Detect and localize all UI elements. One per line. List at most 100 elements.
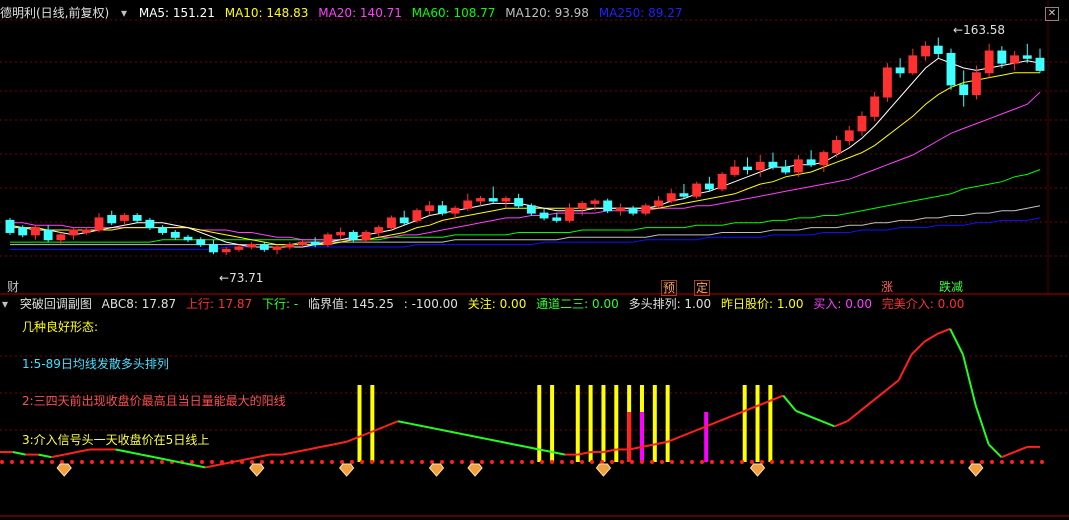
diamond-icon [595, 463, 612, 477]
abc8-segment [243, 456, 257, 461]
zuori-label: 昨日股价: 1.00 [720, 297, 804, 311]
chevron-down-icon[interactable]: ▾ [119, 4, 129, 22]
diamond-icon [339, 463, 355, 477]
signal-bar-yellow [550, 385, 555, 462]
candle-down [1022, 55, 1032, 59]
baseline-dot [520, 460, 524, 464]
abc8-segment [795, 410, 810, 418]
candle-up [387, 217, 396, 229]
baseline-dot [630, 460, 634, 464]
candle-up [590, 200, 600, 204]
tag-ding[interactable]: 定 [694, 280, 711, 296]
abc8-segment [923, 333, 938, 343]
baseline-dot [340, 460, 344, 464]
abc8-segment [974, 405, 990, 445]
sub-chart-header: ▾ 突破回调副图 ABC8: 17.87 上行: 17.87 下行: - 临界值… [0, 295, 970, 313]
candle-up [730, 166, 740, 175]
candle-down [959, 84, 969, 96]
tag-cai[interactable]: 财 [6, 280, 20, 294]
baseline-dot [500, 460, 504, 464]
baseline-dot [830, 460, 834, 464]
tongdao-label: 通道二三: 0.00 [536, 297, 619, 311]
signal-bar-yellow [652, 385, 657, 462]
baseline-dot [370, 460, 374, 464]
candle-up [272, 246, 282, 250]
candle-up [971, 72, 981, 96]
baseline-dot [1030, 460, 1034, 464]
main-chart-header: 德明利(日线,前复权) ▾ MA5: 151.21 MA10: 148.83 M… [0, 4, 688, 22]
abc8-segment [834, 420, 848, 428]
close-icon[interactable]: ✕ [1045, 3, 1065, 21]
signal-bar-yellow [357, 385, 362, 462]
signal-bar-yellow [575, 385, 580, 462]
abc8-segment [885, 379, 900, 392]
candle-up [247, 244, 257, 248]
candle-down [488, 198, 498, 202]
candle-up [81, 229, 91, 233]
baseline-dot [590, 460, 594, 464]
baseline-dot [650, 460, 654, 464]
note-heading: 几种良好形态: [22, 320, 99, 334]
tag-zhang[interactable]: 涨 [880, 280, 894, 294]
baseline-dot [30, 460, 34, 464]
signal-bar-magenta [639, 412, 644, 462]
candle-down [1035, 57, 1045, 71]
baseline-dot [130, 460, 134, 464]
diamond-icon [56, 463, 72, 477]
chevron-down-icon[interactable]: ▾ [0, 295, 10, 313]
tag-diejian[interactable]: 跌减 [938, 280, 964, 294]
baseline-dot [960, 460, 964, 464]
minus100-label: : -100.00 [403, 297, 458, 311]
candle-down [933, 45, 943, 54]
candle-up [336, 231, 346, 236]
abc8-segment [462, 433, 476, 438]
abc8-segment [961, 354, 977, 407]
baseline-dot [430, 460, 434, 464]
abc8-segment [51, 453, 65, 459]
abc8-segment [987, 443, 1003, 458]
candle-up [857, 115, 867, 132]
abc8-segment [333, 440, 347, 446]
candle-up [120, 215, 129, 221]
baseline-dot [490, 460, 494, 464]
candle-down [552, 217, 562, 221]
candle-up [476, 198, 485, 202]
candle-down [5, 219, 15, 233]
tag-yu[interactable]: 预 [661, 280, 678, 296]
baseline-dot [390, 460, 394, 464]
candle-down [183, 236, 193, 241]
baseline-dot [910, 460, 914, 464]
candle-down [895, 67, 905, 74]
candle-up [1010, 55, 1020, 64]
baseline-dot [800, 460, 804, 464]
candle-down [806, 159, 816, 166]
signal-bar-yellow [665, 385, 670, 462]
baseline-dot [940, 460, 944, 464]
candle-up [30, 227, 40, 236]
baseline-dot [270, 460, 274, 464]
candle-down [107, 215, 117, 224]
baseline-dot [560, 460, 564, 464]
baseline-dot [380, 460, 384, 464]
candle-up [285, 244, 295, 248]
candle-down [310, 241, 320, 246]
candle-down [132, 215, 142, 221]
abc8-segment [410, 422, 424, 428]
baseline-dot [640, 460, 644, 464]
baseline-dot [420, 460, 424, 464]
baseline-dot [400, 460, 404, 464]
abc8-segment [910, 340, 926, 356]
abc8-segment [474, 435, 489, 441]
baseline-dot [750, 460, 754, 464]
candle-up [882, 67, 892, 98]
abc8-segment [128, 451, 142, 456]
candle-up [323, 234, 333, 246]
duotou-label: 多头排列: 1.00 [628, 297, 712, 311]
baseline-dot [810, 460, 814, 464]
baseline-dot [160, 460, 164, 464]
candle-down [946, 52, 956, 86]
candle-up [221, 248, 231, 253]
candle-up [94, 217, 104, 231]
abc8-segment [38, 453, 52, 459]
signal-bar-yellow [768, 385, 773, 462]
